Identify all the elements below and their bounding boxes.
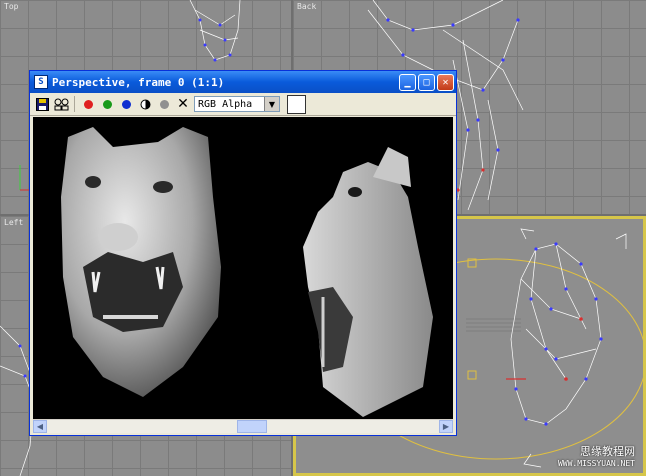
cat-head-side [303,147,433,417]
clone-window-button[interactable] [53,96,69,112]
minimize-button[interactable]: ▁ [399,73,416,91]
x-icon: ✕ [177,96,189,112]
render-toolbar: ✕ RGB Alpha ▼ [30,93,456,116]
red-dot-icon [83,99,93,109]
watermark: 思缘教程网 WWW.MISSYUAN.NET [558,446,635,470]
chevron-down-icon[interactable]: ▼ [264,97,279,111]
minimize-icon: ▁ [404,76,411,88]
rendered-heads [61,127,433,417]
maximize-icon: □ [423,76,430,88]
color-swatch[interactable] [287,94,306,114]
gray-dot-icon [159,99,169,109]
blue-channel-toggle[interactable] [118,96,134,112]
floppy-disk-icon [35,97,49,111]
monochrome-toggle[interactable] [156,96,172,112]
scroll-left-arrow-icon[interactable]: ◀ [33,420,47,433]
blue-dot-icon [121,99,131,109]
window-title: Perspective, frame 0 (1:1) [52,75,225,89]
half-circle-icon [140,99,150,109]
alpha-channel-toggle[interactable] [137,96,153,112]
scroll-track[interactable] [47,420,439,433]
cat-head-front [61,127,221,397]
horizontal-scrollbar[interactable]: ◀ ▶ [33,419,453,433]
close-icon: ✕ [442,76,449,88]
clear-button[interactable]: ✕ [175,96,191,112]
toolbar-separator [74,96,75,112]
red-channel-toggle[interactable] [80,96,96,112]
channel-select[interactable]: RGB Alpha ▼ [194,96,280,112]
scroll-right-arrow-icon[interactable]: ▶ [439,420,453,433]
scroll-thumb[interactable] [237,420,267,433]
title-bar[interactable]: S Perspective, frame 0 (1:1) ▁ □ ✕ [30,71,456,93]
maximize-button[interactable]: □ [418,73,435,91]
clone-icon [54,98,68,110]
close-button[interactable]: ✕ [437,73,454,91]
watermark-url: WWW.MISSYUAN.NET [557,459,635,468]
save-bitmap-button[interactable] [34,96,50,112]
green-channel-toggle[interactable] [99,96,115,112]
rendered-image [33,117,453,419]
watermark-title: 思缘教程网 [580,445,635,458]
green-dot-icon [102,99,112,109]
max-logo-icon: S [34,75,48,89]
channel-select-value: RGB Alpha [198,98,253,110]
render-frame-window[interactable]: S Perspective, frame 0 (1:1) ▁ □ ✕ ✕ RGB… [29,70,457,436]
